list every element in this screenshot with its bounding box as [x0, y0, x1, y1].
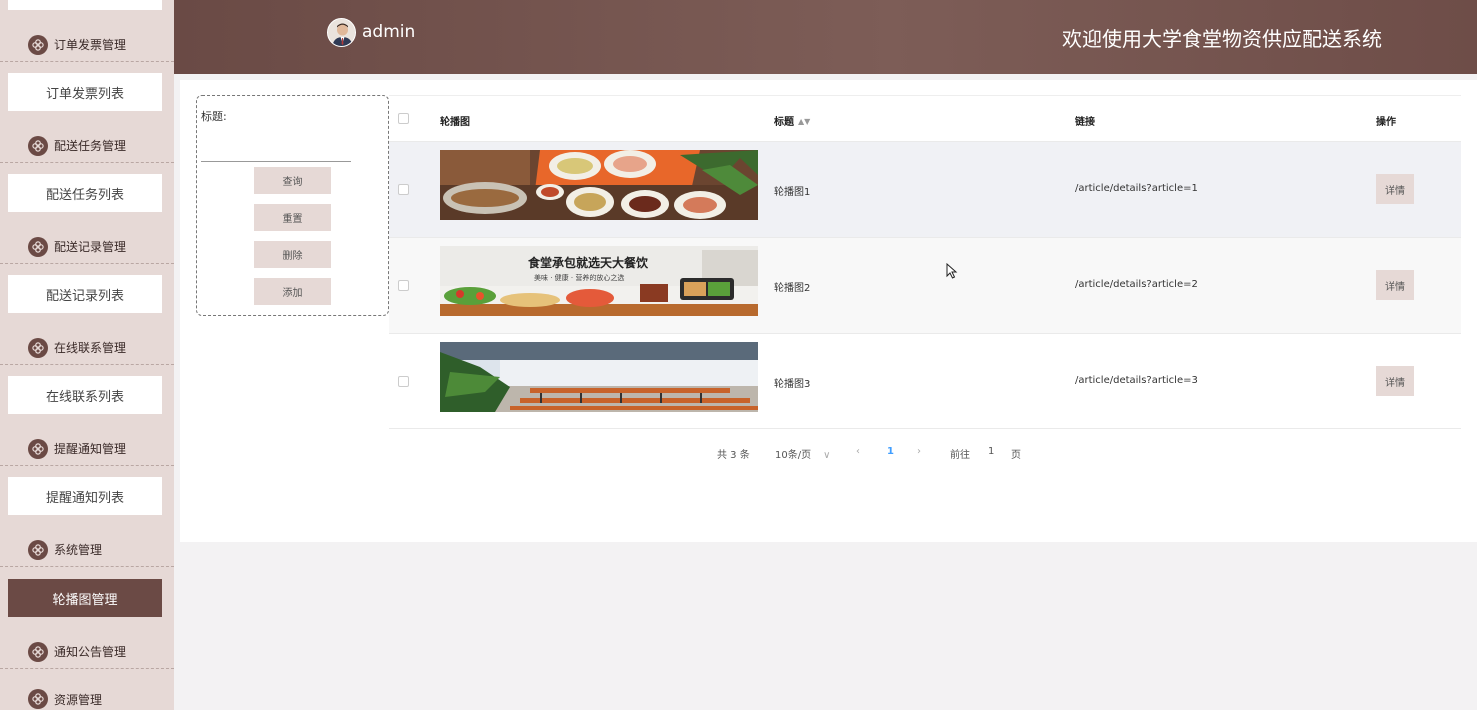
sidebar-group-delivery-task[interactable]: 配送任务管理	[0, 129, 174, 163]
sidebar-item-order-invoice-list[interactable]: 订单发票列表	[8, 73, 162, 111]
top-header: admin 欢迎使用大学食堂物资供应配送系统	[174, 0, 1477, 74]
carousel-image[interactable]	[440, 342, 758, 412]
flower-icon	[28, 34, 48, 55]
row-checkbox[interactable]	[398, 184, 409, 195]
detail-button[interactable]: 详情	[1376, 270, 1414, 300]
goto-label: 前往	[950, 450, 970, 461]
site-title: 欢迎使用大学食堂物资供应配送系统	[1062, 27, 1382, 51]
sidebar-group-label: 资源管理	[54, 692, 103, 707]
title-search-label: 标题:	[201, 110, 227, 123]
flower-icon	[28, 539, 48, 560]
sidebar-group-system[interactable]: 系统管理	[0, 533, 174, 567]
page-number-current[interactable]: 1	[887, 446, 894, 457]
page-size-select[interactable]: 10条/页 ∨	[775, 446, 830, 461]
sidebar-group-label: 通知公告管理	[54, 645, 127, 659]
column-header-action: 操作	[1376, 117, 1396, 128]
row-title: 轮播图1	[774, 187, 811, 198]
carousel-image[interactable]	[440, 150, 758, 220]
table-header: 轮播图 标题 ▲▼ 链接 操作	[389, 95, 1461, 141]
row-title: 轮播图2	[774, 283, 811, 294]
sidebar-group-notice[interactable]: 通知公告管理	[0, 635, 174, 669]
sidebar-group-delivery-record[interactable]: 配送记录管理	[0, 230, 174, 264]
goto-page-input[interactable]: 1	[988, 446, 994, 457]
sidebar-group-order-invoice[interactable]: 订单发票管理	[0, 28, 174, 62]
sidebar-group-label: 系统管理	[54, 543, 103, 557]
sidebar-item-online-contact-list[interactable]: 在线联系列表	[8, 376, 162, 414]
flower-icon	[28, 135, 48, 156]
column-header-title-label: 标题	[774, 117, 794, 128]
flower-icon	[28, 438, 48, 459]
page-unit-label: 页	[1011, 450, 1021, 461]
row-link: /article/details?article=2	[1075, 279, 1198, 290]
flower-icon	[28, 337, 48, 358]
flower-icon	[28, 689, 48, 709]
prev-page-icon[interactable]: ‹	[856, 446, 860, 457]
column-header-image: 轮播图	[440, 117, 470, 128]
sidebar-group-reminder[interactable]: 提醒通知管理	[0, 432, 174, 466]
column-header-link: 链接	[1075, 117, 1095, 128]
sidebar-group-online-contact[interactable]: 在线联系管理	[0, 331, 174, 365]
sidebar-item-delivery-record-list[interactable]: 配送记录列表	[8, 275, 162, 313]
row-checkbox[interactable]	[398, 376, 409, 387]
select-all-checkbox[interactable]	[398, 113, 409, 124]
detail-button[interactable]: 详情	[1376, 366, 1414, 396]
delete-button[interactable]: 删除	[254, 241, 331, 268]
sidebar-top-item[interactable]	[8, 0, 162, 10]
query-button[interactable]: 查询	[254, 167, 331, 194]
title-search-input[interactable]	[201, 140, 351, 162]
add-button[interactable]: 添加	[254, 278, 331, 305]
flower-icon	[28, 236, 48, 257]
sidebar-group-label: 配送任务管理	[54, 139, 127, 153]
banner-subtext: 美味 · 健康 · 营养的放心之选	[534, 274, 625, 282]
mouse-cursor-icon	[946, 262, 958, 283]
detail-button[interactable]: 详情	[1376, 174, 1414, 204]
search-form: 标题: 查询 重置 删除 添加	[196, 95, 389, 316]
table-row: 轮播图3 /article/details?article=3 详情	[389, 333, 1461, 429]
pagination-total: 共 3 条	[717, 450, 750, 461]
row-link: /article/details?article=3	[1075, 375, 1198, 386]
sidebar-group-label: 在线联系管理	[54, 341, 127, 355]
sidebar-group-resource[interactable]: 资源管理	[0, 682, 174, 710]
next-page-icon[interactable]: ›	[917, 446, 921, 457]
page-size-value: 10条/页	[775, 450, 812, 461]
sidebar-item-reminder-list[interactable]: 提醒通知列表	[8, 477, 162, 515]
banner-text: 食堂承包就选天大餐饮	[528, 256, 649, 270]
avatar[interactable]	[327, 18, 356, 47]
table-row: 轮播图1 /article/details?article=1 详情	[389, 141, 1461, 237]
sidebar-group-label: 配送记录管理	[54, 240, 127, 254]
column-header-title[interactable]: 标题 ▲▼	[774, 113, 810, 128]
row-title: 轮播图3	[774, 379, 811, 390]
row-link: /article/details?article=1	[1075, 183, 1198, 194]
sidebar-group-label: 订单发票管理	[54, 38, 127, 52]
carousel-table: 轮播图 标题 ▲▼ 链接 操作 轮播图1 /article/details?ar…	[389, 95, 1461, 429]
reset-button[interactable]: 重置	[254, 204, 331, 231]
sidebar: 订单发票管理 订单发票列表 配送任务管理 配送任务列表 配送记录管理 配送记录列…	[0, 0, 174, 710]
sidebar-item-carousel[interactable]: 轮播图管理	[8, 579, 162, 617]
table-row: 食堂承包就选天大餐饮 美味 · 健康 · 营养的放心之选 轮播图2 /artic…	[389, 237, 1461, 333]
username[interactable]: admin	[362, 22, 415, 42]
sidebar-group-label: 提醒通知管理	[54, 442, 127, 456]
chevron-down-icon: ∨	[823, 450, 831, 461]
row-checkbox[interactable]	[398, 280, 409, 291]
flower-icon	[28, 641, 48, 662]
sort-icon[interactable]: ▲▼	[798, 117, 810, 126]
sidebar-item-delivery-task-list[interactable]: 配送任务列表	[8, 174, 162, 212]
